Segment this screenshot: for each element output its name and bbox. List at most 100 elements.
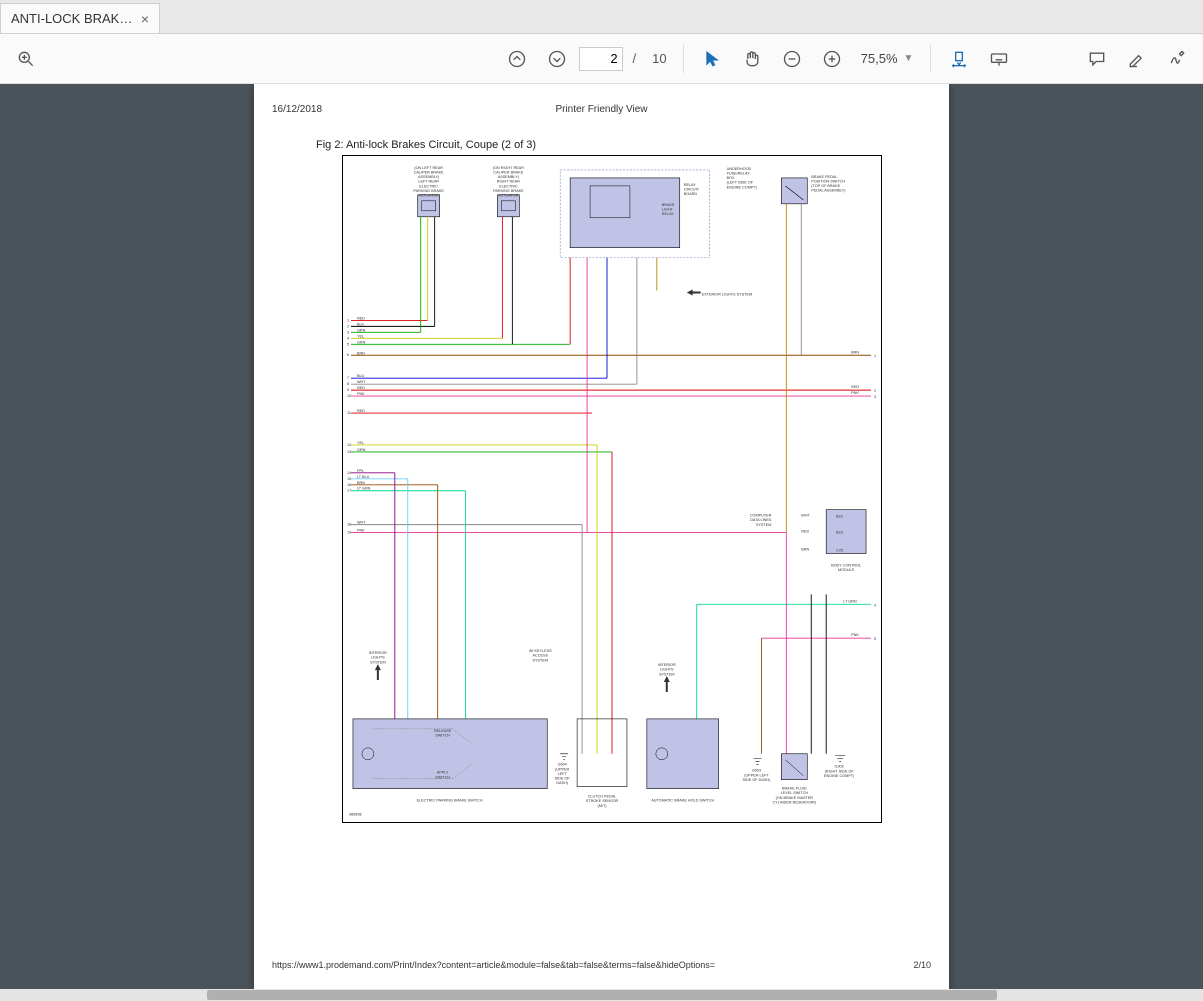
svg-text:BRN: BRN bbox=[801, 548, 809, 552]
svg-text:BODY CONTROLMODULE: BODY CONTROLMODULE bbox=[831, 563, 861, 572]
highlight-icon[interactable] bbox=[1119, 41, 1155, 77]
hand-tool-icon[interactable] bbox=[734, 41, 770, 77]
zoom-value: 75,5% bbox=[861, 51, 898, 66]
svg-text:APPLYSWITCH: APPLYSWITCH bbox=[435, 771, 450, 780]
svg-text:6: 6 bbox=[347, 353, 349, 357]
svg-text:WHT: WHT bbox=[357, 521, 366, 525]
svg-text:989698: 989698 bbox=[349, 813, 362, 817]
svg-text:WHT: WHT bbox=[801, 514, 810, 518]
svg-text:G504(UPPERLEFTSIDE OFDASH): G504(UPPERLEFTSIDE OFDASH) bbox=[555, 763, 571, 785]
svg-text:2: 2 bbox=[347, 324, 349, 328]
svg-text:EXTERIOR LIGHTS SYSTEM: EXTERIOR LIGHTS SYSTEM bbox=[702, 292, 752, 296]
svg-text:4: 4 bbox=[347, 336, 349, 340]
svg-text:B22: B22 bbox=[836, 515, 843, 519]
svg-text:COMPUTERDATA LINESSYSTEM: COMPUTERDATA LINESSYSTEM bbox=[750, 514, 772, 527]
tab-title: ANTI-LOCK BRAKE... bbox=[11, 11, 133, 26]
svg-text:AUTOMATIC BRAKE HOLD SWITCH: AUTOMATIC BRAKE HOLD SWITCH bbox=[651, 799, 714, 803]
document-viewport[interactable]: 16/12/2018 Printer Friendly View Fig 2: … bbox=[0, 84, 1203, 1001]
scrollbar-thumb[interactable] bbox=[207, 990, 997, 1000]
svg-text:3: 3 bbox=[347, 330, 349, 334]
svg-text:RED: RED bbox=[801, 530, 809, 534]
svg-text:BLK: BLK bbox=[357, 322, 365, 326]
svg-text:PNK: PNK bbox=[357, 529, 365, 533]
close-icon[interactable]: × bbox=[141, 11, 149, 27]
chevron-down-icon: ▼ bbox=[904, 53, 914, 64]
footer-page-number: 2/10 bbox=[913, 960, 931, 970]
svg-text:2: 2 bbox=[874, 389, 876, 393]
tab-bar: ANTI-LOCK BRAKE... × bbox=[0, 0, 1203, 34]
page-down-icon[interactable] bbox=[539, 41, 575, 77]
svg-text:4: 4 bbox=[874, 603, 876, 607]
svg-text:1: 1 bbox=[874, 354, 876, 358]
svg-text:CLUTCH PEDALSTROKE SENSOR(M/T): CLUTCH PEDALSTROKE SENSOR(M/T) bbox=[586, 795, 619, 808]
zoom-tool-icon[interactable] bbox=[8, 41, 44, 77]
svg-text:BRAKE PEDALPOSITION SWITCH(TOP: BRAKE PEDALPOSITION SWITCH(TOP OF BRAKEP… bbox=[811, 175, 846, 193]
svg-text:RED: RED bbox=[357, 409, 365, 413]
wiring-diagram: .lbl{font:4.3px Arial;fill:#333} .lbls{f… bbox=[342, 155, 882, 823]
svg-text:GRN: GRN bbox=[357, 328, 366, 332]
svg-text:BRN: BRN bbox=[357, 351, 365, 355]
svg-text:7: 7 bbox=[347, 376, 349, 380]
pdf-page: 16/12/2018 Printer Friendly View Fig 2: … bbox=[254, 84, 949, 990]
zoom-level-select[interactable]: 75,5% ▼ bbox=[854, 48, 921, 69]
svg-text:LT GRN: LT GRN bbox=[843, 599, 857, 603]
svg-text:(ON LEFT REARCALIPER BRAKEASSE: (ON LEFT REARCALIPER BRAKEASSEMBLY)LEFT … bbox=[413, 166, 444, 197]
horizontal-scrollbar[interactable] bbox=[0, 989, 1203, 1001]
svg-text:PNK: PNK bbox=[357, 392, 365, 396]
keyboard-icon[interactable] bbox=[981, 41, 1017, 77]
svg-text:1: 1 bbox=[347, 318, 349, 322]
svg-text:13: 13 bbox=[347, 450, 351, 454]
svg-text:G302(RIGHT SIDE OFENGINE COMPT: G302(RIGHT SIDE OFENGINE COMPT) bbox=[824, 765, 855, 778]
svg-text:PNK: PNK bbox=[851, 391, 859, 395]
svg-text:B23: B23 bbox=[836, 531, 843, 535]
svg-text:14: 14 bbox=[347, 471, 351, 475]
select-tool-icon[interactable] bbox=[694, 41, 730, 77]
page-header-view: Printer Friendly View bbox=[555, 104, 647, 115]
svg-text:RELAYCIRCUITBOARD: RELAYCIRCUITBOARD bbox=[684, 183, 700, 196]
zoom-in-icon[interactable] bbox=[814, 41, 850, 77]
svg-text:BRN: BRN bbox=[851, 350, 859, 354]
svg-text:YEL: YEL bbox=[357, 334, 364, 338]
page-total: 10 bbox=[646, 51, 672, 66]
svg-text:GRN: GRN bbox=[357, 340, 366, 344]
svg-text:C25: C25 bbox=[836, 549, 843, 553]
page-separator: / bbox=[627, 51, 643, 66]
svg-text:INTERIORLIGHTSSYSTEM: INTERIORLIGHTSSYSTEM bbox=[369, 651, 387, 664]
toolbar: / 10 75,5% ▼ bbox=[0, 34, 1203, 84]
svg-text:YEL: YEL bbox=[357, 441, 364, 445]
svg-text:18: 18 bbox=[347, 523, 351, 527]
svg-text:8: 8 bbox=[347, 382, 349, 386]
svg-text:5: 5 bbox=[874, 637, 876, 641]
svg-text:10: 10 bbox=[347, 394, 351, 398]
document-tab[interactable]: ANTI-LOCK BRAKE... × bbox=[0, 3, 160, 33]
svg-text:UNDERHOODFUSE/RELAYBOX(LEFT SI: UNDERHOODFUSE/RELAYBOX(LEFT SIDE OFENGIN… bbox=[727, 167, 758, 189]
page-number-input[interactable] bbox=[579, 47, 623, 71]
svg-text:11: 11 bbox=[347, 411, 351, 415]
svg-text:RED: RED bbox=[357, 316, 365, 320]
svg-text:BRN: BRN bbox=[357, 481, 365, 485]
sign-icon[interactable] bbox=[1159, 41, 1195, 77]
svg-text:LT GRN: LT GRN bbox=[357, 487, 371, 491]
diagram-svg: .lbl{font:4.3px Arial;fill:#333} .lbls{f… bbox=[343, 156, 881, 822]
svg-text:12: 12 bbox=[347, 443, 351, 447]
svg-text:(ON RIGHT REARCALIPER BRAKEASS: (ON RIGHT REARCALIPER BRAKEASSEMBLY)RIGH… bbox=[493, 166, 524, 197]
svg-text:RED: RED bbox=[851, 385, 859, 389]
svg-text:17: 17 bbox=[347, 489, 351, 493]
fit-width-icon[interactable] bbox=[941, 41, 977, 77]
svg-text:BRAKE FLUIDLEVEL SWITCH(ON BRA: BRAKE FLUIDLEVEL SWITCH(ON BRAKE MASTERC… bbox=[773, 787, 817, 805]
svg-text:RED: RED bbox=[357, 386, 365, 390]
svg-text:G503(UPPER LEFTSIDE OF DASH): G503(UPPER LEFTSIDE OF DASH) bbox=[743, 769, 772, 782]
svg-text:ELECTRIC PARKING BRAKE SWITCH: ELECTRIC PARKING BRAKE SWITCH bbox=[417, 799, 483, 803]
comment-icon[interactable] bbox=[1079, 41, 1115, 77]
svg-text:W/ KEYLESSACCESSSYSTEM: W/ KEYLESSACCESSSYSTEM bbox=[529, 649, 552, 662]
svg-text:15: 15 bbox=[347, 477, 351, 481]
figure-title: Fig 2: Anti-lock Brakes Circuit, Coupe (… bbox=[316, 139, 931, 151]
svg-text:PNK: PNK bbox=[851, 633, 859, 637]
svg-text:19: 19 bbox=[347, 531, 351, 535]
svg-text:WHT: WHT bbox=[357, 380, 366, 384]
footer-url: https://www1.prodemand.com/Print/Index?c… bbox=[272, 960, 715, 970]
zoom-out-icon[interactable] bbox=[774, 41, 810, 77]
svg-text:BLU: BLU bbox=[357, 374, 365, 378]
svg-text:INTERIORLIGHTSSYSTEM: INTERIORLIGHTSSYSTEM bbox=[658, 663, 676, 676]
page-up-icon[interactable] bbox=[499, 41, 535, 77]
